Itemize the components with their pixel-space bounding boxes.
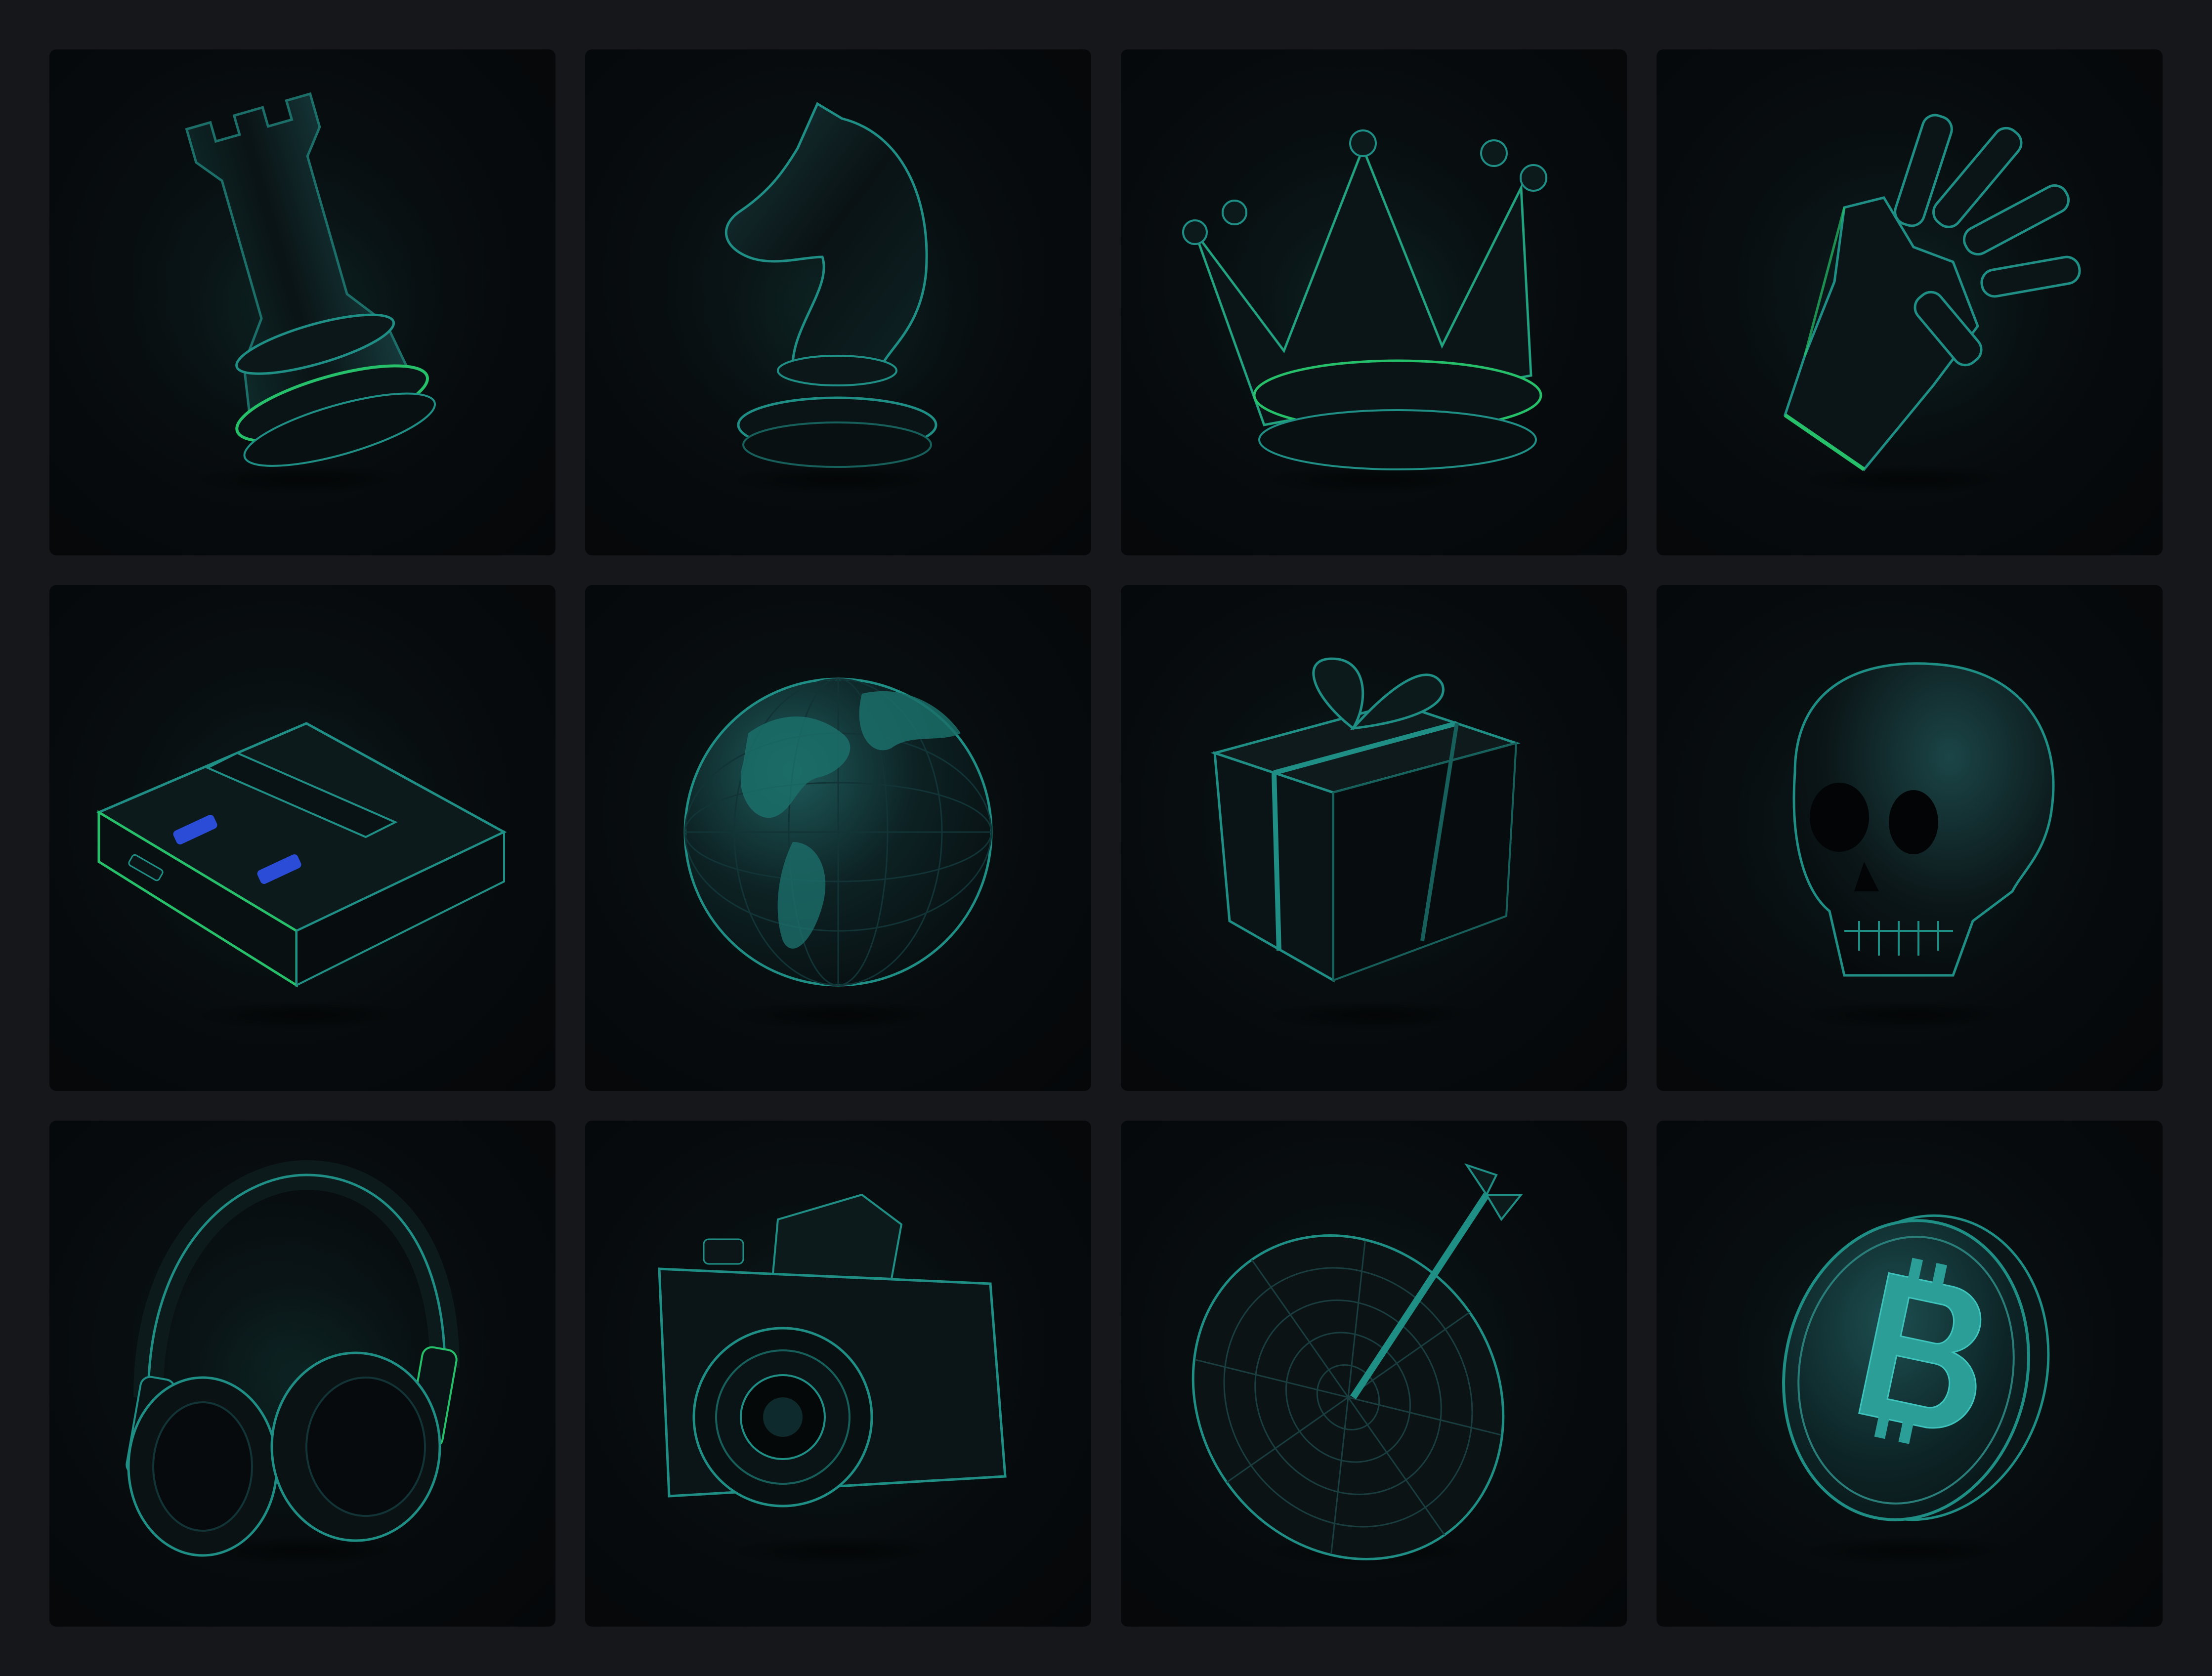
tile-chess-rook (49, 49, 555, 555)
headphones-icon (126, 1160, 460, 1557)
tile-dartboard (1121, 1121, 1627, 1627)
tile-skull (1657, 585, 2163, 1091)
chess-knight-icon (724, 102, 937, 468)
game-console-icon (96, 722, 507, 988)
skull-icon (1792, 662, 2055, 977)
tile-crown (1121, 49, 1627, 555)
icon-showcase-page (0, 0, 2212, 1676)
tile-game-console (49, 585, 555, 1091)
icon-grid (49, 49, 2163, 1627)
gift-box-icon (1210, 657, 1521, 983)
tile-camera (585, 1121, 1091, 1627)
bitcoin-coin-icon (1782, 1214, 2050, 1521)
camera-icon (658, 1193, 1007, 1508)
chess-rook-icon (185, 92, 436, 467)
tile-bitcoin-coin (1657, 1121, 2163, 1627)
dartboard-icon (1191, 1163, 1524, 1560)
robot-hand-icon (1784, 114, 2081, 471)
tile-globe (585, 585, 1091, 1091)
tile-headphones (49, 1121, 555, 1627)
tile-robot-hand (1657, 49, 2163, 555)
globe-icon (683, 677, 993, 987)
tile-chess-knight (585, 49, 1091, 555)
tile-gift-box (1121, 585, 1627, 1091)
crown-icon (1182, 129, 1547, 470)
